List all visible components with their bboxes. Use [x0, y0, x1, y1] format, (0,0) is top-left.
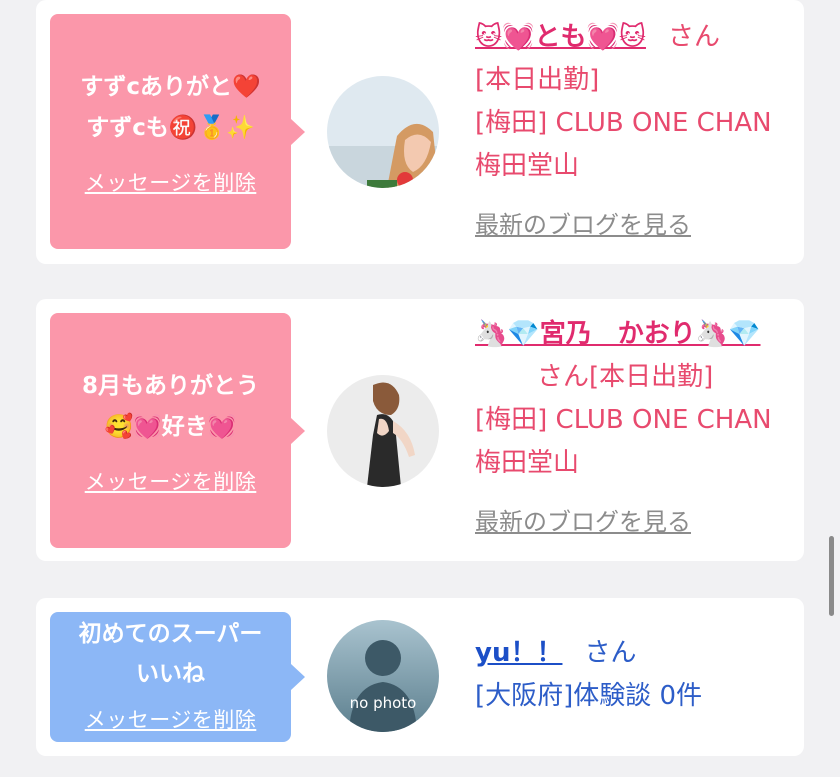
cast-name-link[interactable]: 🦄💎宮乃 かおり🦄💎 [475, 313, 784, 356]
profile-info: yu！！ さん [大阪府]体験談 0件 [475, 632, 784, 718]
message-card: 初めてのスーパー いいね メッセージを削除 no photo yu！！ さん [大… [36, 598, 804, 756]
message-card: すずcありがと❤️ すずcも㊗️🥇✨ メッセージを削除 🐱💓とも💓🐱 さん [本日… [36, 0, 804, 264]
delete-message-link[interactable]: メッセージを削除 [85, 704, 257, 734]
user-name-link[interactable]: yu！！ [475, 638, 562, 668]
shop-location: [梅田] CLUB ONE CHAN 梅田堂山 [475, 405, 772, 478]
message-bubble: すずcありがと❤️ すずcも㊗️🥇✨ メッセージを削除 [50, 14, 305, 249]
message-card: 8月もありがとう 🥰💓好き💓 メッセージを削除 🦄💎宮乃 かおり🦄💎 さん[本日… [36, 299, 804, 561]
message-text: 8月もありがとう 🥰💓好き💓 [81, 372, 259, 440]
no-photo-label: no photo [349, 694, 417, 712]
profile-info: 🦄💎宮乃 かおり🦄💎 さん[本日出勤] [梅田] CLUB ONE CHAN 梅… [475, 313, 784, 544]
message-bubble: 8月もありがとう 🥰💓好き💓 メッセージを削除 [50, 313, 305, 548]
cast-name-link[interactable]: 🐱💓とも💓🐱 [475, 22, 646, 52]
photo-avatar-icon[interactable] [327, 76, 439, 188]
honorific: さん [667, 22, 720, 52]
message-text: すずcありがと❤️ すずcも㊗️🥇✨ [80, 73, 261, 141]
latest-blog-link[interactable]: 最新のブログを見る [475, 501, 784, 544]
honorific: さん[本日出勤] [537, 362, 714, 392]
delete-message-link[interactable]: メッセージを削除 [85, 466, 257, 496]
user-location: [大阪府]体験談 0件 [475, 681, 703, 711]
latest-blog-link[interactable]: 最新のブログを見る [475, 204, 784, 247]
honorific: さん [584, 638, 637, 668]
work-status: [本日出勤] [475, 65, 600, 95]
delete-message-link[interactable]: メッセージを削除 [85, 167, 257, 197]
scrollbar[interactable] [829, 536, 834, 616]
no-photo-avatar-icon[interactable]: no photo [327, 620, 439, 732]
profile-info: 🐱💓とも💓🐱 さん [本日出勤] [梅田] CLUB ONE CHAN 梅田堂山 … [475, 16, 784, 247]
message-text: 初めてのスーパー いいね [78, 621, 263, 687]
shop-location: [梅田] CLUB ONE CHAN 梅田堂山 [475, 108, 772, 181]
photo-avatar-icon[interactable] [327, 375, 439, 487]
message-bubble: 初めてのスーパー いいね メッセージを削除 [50, 612, 305, 742]
